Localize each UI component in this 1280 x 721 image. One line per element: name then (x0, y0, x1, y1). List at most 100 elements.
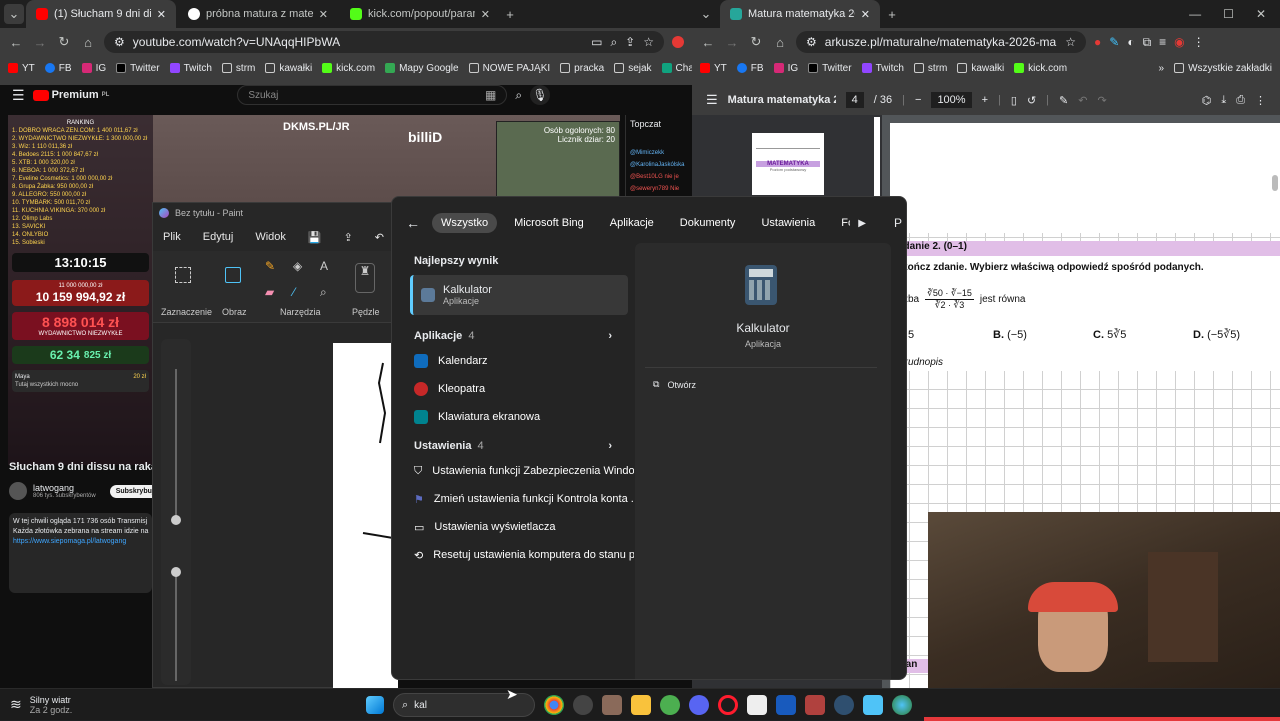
description-link[interactable]: https://www.siepomaga.pl/latwogang (13, 537, 148, 547)
bookmark-kick[interactable]: kick.com (322, 63, 375, 74)
result-reset-pc[interactable]: ⟲ Resetuj ustawienia komputera do stanu p… (392, 541, 634, 569)
zoom-out-icon[interactable]: − (915, 94, 921, 106)
result-security-settings[interactable]: ⛉ Ustawienia funkcji Zabezpieczenia Windo… (392, 457, 634, 485)
filter-apps[interactable]: Aplikacje (601, 213, 663, 233)
bookmark-star-icon[interactable]: ☆ (643, 35, 654, 49)
chrome-icon[interactable] (544, 695, 564, 715)
filter-bing[interactable]: Microsoft Bing (505, 213, 593, 233)
keyboard-icon[interactable]: ▦ (485, 88, 496, 102)
image-tool-icon[interactable] (225, 267, 241, 283)
discord-icon[interactable] (689, 695, 709, 715)
apps-section-header[interactable]: Aplikacje 4 › (392, 325, 634, 347)
forward-icon[interactable]: → (724, 35, 740, 50)
draw-icon[interactable]: ✎ (1059, 94, 1068, 107)
zoom-in-icon[interactable]: + (982, 94, 988, 106)
profile-icon[interactable]: ◉ (1174, 35, 1184, 49)
file-explorer-icon[interactable] (631, 695, 651, 715)
bookmark-youtube[interactable]: YT (8, 63, 35, 74)
profile-button[interactable]: P (894, 216, 902, 230)
bookmark-instagram[interactable]: IG (773, 63, 798, 74)
text-icon[interactable]: A (320, 259, 328, 273)
answer-a[interactable]: 5 (908, 329, 993, 341)
download-icon[interactable]: ⤓ (1221, 94, 1226, 107)
fill-icon[interactable]: ◈ (293, 259, 302, 273)
bookmark-folder-nowe-pajaki[interactable]: NOWE PAJĄKI (468, 63, 550, 74)
redo-icon[interactable]: ↷ (1097, 94, 1106, 107)
new-tab-icon[interactable]: + (502, 7, 518, 22)
opacity-slider-thumb[interactable] (171, 567, 181, 577)
more-filters-icon[interactable]: ▶ (858, 218, 866, 229)
filter-documents[interactable]: Dokumenty (671, 213, 745, 233)
open-action[interactable]: ⧉ Otwórz (653, 379, 696, 390)
menu-view[interactable]: Widok (255, 231, 286, 243)
menu-file[interactable]: Plik (163, 231, 181, 243)
cast-icon[interactable]: ▭ (591, 35, 602, 49)
browser-menu-icon[interactable]: ⋮ (1193, 35, 1205, 49)
reload-icon[interactable]: ↻ (748, 34, 764, 50)
tab-kick[interactable]: kick.com/popout/paramaxil/ch ✕ (340, 0, 500, 28)
magnifier-icon[interactable]: ⌕ (320, 285, 327, 300)
youtube-search-input[interactable]: Szukaj ▦ (237, 85, 508, 105)
share-icon[interactable]: ⇪ (344, 231, 353, 244)
pencil-icon[interactable]: ✎ (265, 259, 275, 273)
rotate-icon[interactable]: ↺ (1027, 94, 1036, 107)
bookmark-twitch[interactable]: Twitch (861, 63, 904, 74)
close-tab-icon[interactable]: ✕ (319, 8, 328, 21)
tab-search-button[interactable]: ⌄ (4, 4, 24, 24)
capcut-icon[interactable] (747, 695, 767, 715)
extension-icon-2[interactable]: ◐ (1127, 35, 1134, 49)
answer-c[interactable]: C. 5∛5 (1093, 328, 1193, 341)
color-picker-icon[interactable]: ⁄ (293, 285, 295, 299)
best-match-calculator[interactable]: Kalkulator Aplikacje (410, 275, 628, 315)
obs-icon[interactable] (573, 695, 593, 715)
answer-b[interactable]: B. (−5) (993, 329, 1093, 341)
print-icon[interactable]: ⎙ (1236, 94, 1245, 107)
minimize-icon[interactable]: — (1189, 7, 1201, 21)
tab-arkusze[interactable]: Matura matematyka 2026 marze ✕ (720, 0, 880, 28)
filter-all[interactable]: Wszystko (432, 213, 498, 233)
back-arrow-icon[interactable]: ← (406, 215, 420, 231)
tab-menu-icon[interactable]: ≡ (1159, 35, 1166, 49)
selection-tool-icon[interactable] (175, 267, 191, 283)
paint-taskbar-icon[interactable] (805, 695, 825, 715)
opacity-slider-track[interactable] (175, 571, 177, 681)
chat-header[interactable]: Topczat (626, 115, 692, 133)
bookmark-twitter[interactable]: Twitter (808, 63, 852, 74)
result-kleopatra[interactable]: Kleopatra (392, 375, 634, 403)
bookmark-folder-strm[interactable]: strm (913, 63, 947, 74)
address-bar[interactable]: ⚙ arkusze.pl/maturalne/matematyka-2026-m… (796, 31, 1086, 53)
eraser-icon[interactable]: ▰ (265, 285, 274, 299)
zoom-icon[interactable]: ⌕ (610, 35, 617, 50)
home-icon[interactable]: ⌂ (80, 35, 96, 50)
bookmark-folder-kawalki[interactable]: kawałki (265, 63, 312, 74)
maximize-icon[interactable]: ☐ (1223, 7, 1234, 21)
size-slider-track[interactable] (175, 369, 177, 519)
site-info-icon[interactable]: ⚙ (806, 35, 817, 49)
bookmarks-overflow-icon[interactable]: » (1159, 63, 1165, 74)
record-extension-icon[interactable] (672, 36, 684, 48)
address-bar[interactable]: ⚙ youtube.com/watch?v=UNAqqHIPbWA ▭ ⌕ ⇪ … (104, 31, 664, 53)
tab-youtube[interactable]: (1) Słucham 9 dni dissu na ... ✕ (26, 0, 176, 28)
extensions-puzzle-icon[interactable]: ⧉ (1143, 35, 1152, 50)
pdf-scrollbar[interactable] (1272, 175, 1278, 191)
bookmark-youtube[interactable]: YT (700, 63, 727, 74)
paint-canvas[interactable] (333, 343, 398, 689)
answer-d[interactable]: D. (−5∛5) (1193, 328, 1278, 341)
brush-icon[interactable]: ♜ (355, 263, 375, 293)
search-icon[interactable]: ⌕ (515, 88, 522, 103)
settings-section-header[interactable]: Ustawienia 4 › (392, 435, 634, 457)
filter-settings[interactable]: Ustawienia (752, 213, 824, 233)
bookmark-twitch[interactable]: Twitch (169, 63, 212, 74)
save-icon[interactable]: 💾 (308, 231, 322, 244)
record-extension-icon[interactable]: ● (1094, 35, 1101, 49)
back-icon[interactable]: ← (8, 35, 24, 50)
site-info-icon[interactable]: ⚙ (114, 35, 125, 49)
new-tab-icon[interactable]: + (884, 7, 900, 22)
fit-page-icon[interactable]: ▯ (1011, 94, 1017, 107)
bookmark-folder-sejak[interactable]: sejak (614, 63, 652, 74)
windows-start-icon[interactable] (366, 696, 384, 714)
cloud-app-icon[interactable] (834, 695, 854, 715)
microphone-icon[interactable]: 🎙 (530, 85, 551, 105)
app-thumbnail-icon[interactable] (602, 695, 622, 715)
result-calendar[interactable]: Kalendarz (392, 347, 634, 375)
